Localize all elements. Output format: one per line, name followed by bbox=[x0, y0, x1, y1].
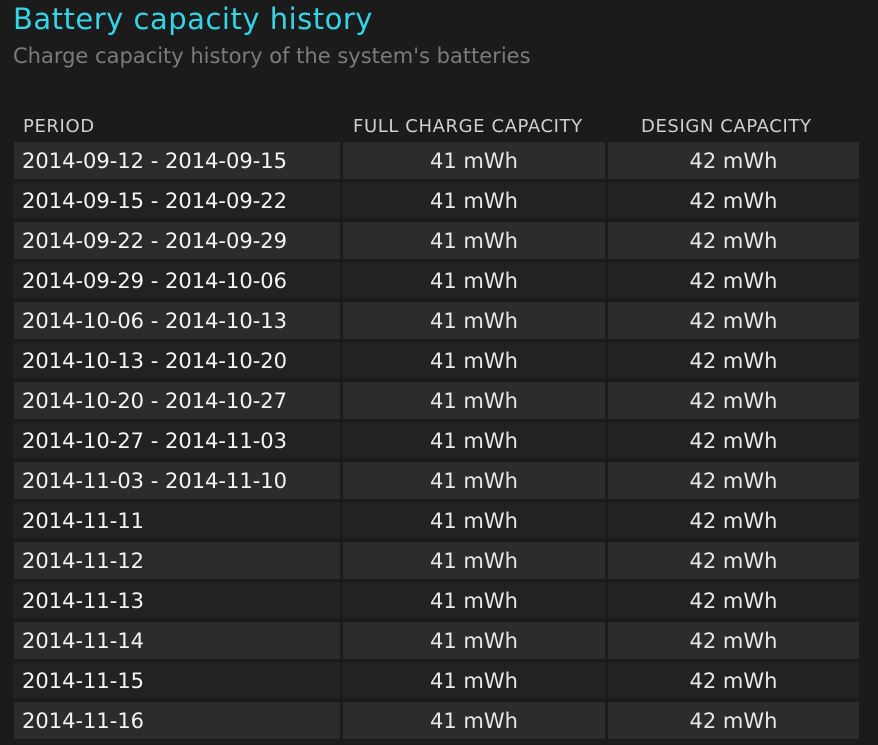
period-cell: 2014-10-20 - 2014-10-27 bbox=[14, 382, 340, 419]
design-capacity-cell: 42 mWh bbox=[608, 542, 859, 579]
period-cell: 2014-11-11 bbox=[14, 502, 340, 539]
full-charge-capacity-cell: 41 mWh bbox=[343, 582, 605, 619]
design-capacity-cell: 42 mWh bbox=[608, 142, 859, 179]
table-body: 2014-09-12 - 2014-09-15 41 mWh 42 mWh 2014-… bbox=[14, 142, 859, 739]
period-cell: 2014-11-14 bbox=[14, 622, 340, 659]
full-charge-capacity-cell: 41 mWh bbox=[343, 182, 605, 219]
table-row: 2014-09-12 - 2014-09-15 41 mWh 42 mWh bbox=[14, 142, 859, 179]
design-capacity-cell: 42 mWh bbox=[608, 622, 859, 659]
period-cell: 2014-10-13 - 2014-10-20 bbox=[14, 342, 340, 379]
period-cell: 2014-11-13 bbox=[14, 582, 340, 619]
full-charge-capacity-cell: 41 mWh bbox=[343, 622, 605, 659]
table-row: 2014-11-03 - 2014-11-10 41 mWh 42 mWh bbox=[14, 462, 859, 499]
table-row: 2014-09-29 - 2014-10-06 41 mWh 42 mWh bbox=[14, 262, 859, 299]
table-row: 2014-10-27 - 2014-11-03 41 mWh 42 mWh bbox=[14, 422, 859, 459]
column-header-full-charge-capacity: FULL CHARGE CAPACITY bbox=[353, 116, 583, 137]
period-cell: 2014-09-12 - 2014-09-15 bbox=[14, 142, 340, 179]
period-cell: 2014-10-27 - 2014-11-03 bbox=[14, 422, 340, 459]
full-charge-capacity-cell: 41 mWh bbox=[343, 142, 605, 179]
full-charge-capacity-cell: 41 mWh bbox=[343, 462, 605, 499]
table-row: 2014-11-12 41 mWh 42 mWh bbox=[14, 542, 859, 579]
design-capacity-cell: 42 mWh bbox=[608, 462, 859, 499]
design-capacity-cell: 42 mWh bbox=[608, 222, 859, 259]
full-charge-capacity-cell: 41 mWh bbox=[343, 342, 605, 379]
table-row: 2014-11-15 41 mWh 42 mWh bbox=[14, 662, 859, 699]
capacity-history-table: PERIOD FULL CHARGE CAPACITY DESIGN CAPAC… bbox=[11, 98, 862, 742]
column-header-design-capacity: DESIGN CAPACITY bbox=[641, 116, 812, 137]
full-charge-capacity-cell: 41 mWh bbox=[343, 302, 605, 339]
design-capacity-cell: 42 mWh bbox=[608, 342, 859, 379]
table-row: 2014-09-22 - 2014-09-29 41 mWh 42 mWh bbox=[14, 222, 859, 259]
design-capacity-cell: 42 mWh bbox=[608, 382, 859, 419]
full-charge-capacity-cell: 41 mWh bbox=[343, 502, 605, 539]
column-header-period: PERIOD bbox=[23, 116, 95, 137]
design-capacity-cell: 42 mWh bbox=[608, 502, 859, 539]
period-cell: 2014-09-29 - 2014-10-06 bbox=[14, 262, 340, 299]
table-row: 2014-11-14 41 mWh 42 mWh bbox=[14, 622, 859, 659]
full-charge-capacity-cell: 41 mWh bbox=[343, 222, 605, 259]
full-charge-capacity-cell: 41 mWh bbox=[343, 382, 605, 419]
design-capacity-cell: 42 mWh bbox=[608, 182, 859, 219]
period-cell: 2014-11-12 bbox=[14, 542, 340, 579]
full-charge-capacity-cell: 41 mWh bbox=[343, 542, 605, 579]
table-row: 2014-10-06 - 2014-10-13 41 mWh 42 mWh bbox=[14, 302, 859, 339]
design-capacity-cell: 42 mWh bbox=[608, 262, 859, 299]
design-capacity-cell: 42 mWh bbox=[608, 582, 859, 619]
table-header-row: PERIOD FULL CHARGE CAPACITY DESIGN CAPAC… bbox=[14, 101, 859, 139]
page-subtitle: Charge capacity history of the system's … bbox=[13, 44, 531, 68]
page-title: Battery capacity history bbox=[13, 2, 373, 36]
design-capacity-cell: 42 mWh bbox=[608, 662, 859, 699]
table-row: 2014-10-13 - 2014-10-20 41 mWh 42 mWh bbox=[14, 342, 859, 379]
full-charge-capacity-cell: 41 mWh bbox=[343, 422, 605, 459]
table-row: 2014-11-11 41 mWh 42 mWh bbox=[14, 502, 859, 539]
table-row: 2014-11-16 41 mWh 42 mWh bbox=[14, 702, 859, 739]
period-cell: 2014-09-22 - 2014-09-29 bbox=[14, 222, 340, 259]
design-capacity-cell: 42 mWh bbox=[608, 702, 859, 739]
full-charge-capacity-cell: 41 mWh bbox=[343, 262, 605, 299]
period-cell: 2014-10-06 - 2014-10-13 bbox=[14, 302, 340, 339]
table-row: 2014-11-13 41 mWh 42 mWh bbox=[14, 582, 859, 619]
table-row: 2014-09-15 - 2014-09-22 41 mWh 42 mWh bbox=[14, 182, 859, 219]
period-cell: 2014-11-03 - 2014-11-10 bbox=[14, 462, 340, 499]
design-capacity-cell: 42 mWh bbox=[608, 422, 859, 459]
period-cell: 2014-09-15 - 2014-09-22 bbox=[14, 182, 340, 219]
design-capacity-cell: 42 mWh bbox=[608, 302, 859, 339]
period-cell: 2014-11-15 bbox=[14, 662, 340, 699]
table-row: 2014-10-20 - 2014-10-27 41 mWh 42 mWh bbox=[14, 382, 859, 419]
full-charge-capacity-cell: 41 mWh bbox=[343, 662, 605, 699]
full-charge-capacity-cell: 41 mWh bbox=[343, 702, 605, 739]
period-cell: 2014-11-16 bbox=[14, 702, 340, 739]
